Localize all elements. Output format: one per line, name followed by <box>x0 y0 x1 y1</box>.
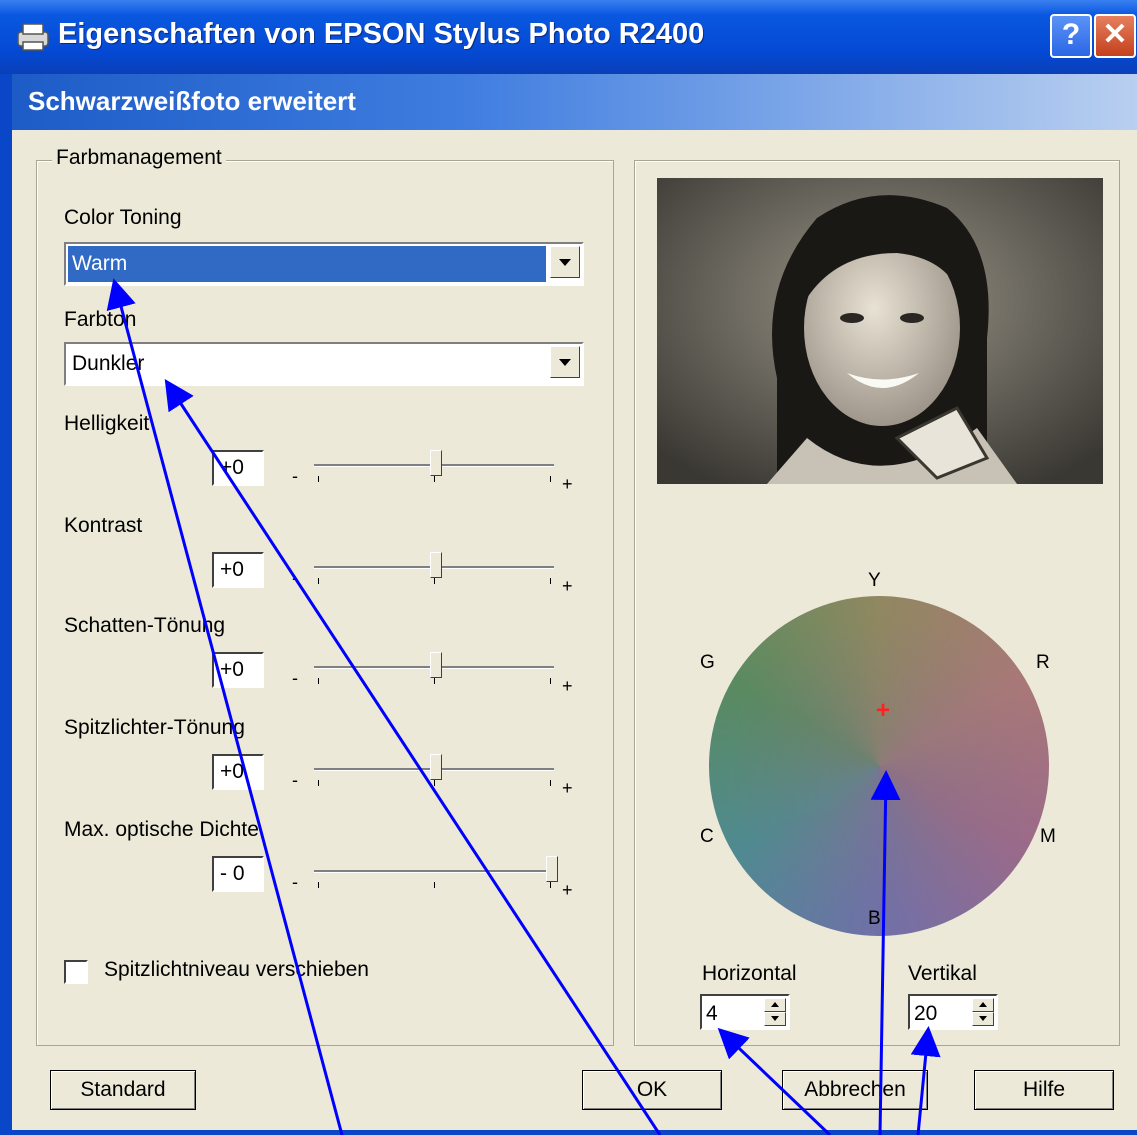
slider-value-field[interactable]: +0 <box>212 450 264 486</box>
vertical-spinner[interactable]: 20 <box>908 994 998 1030</box>
slider-label: Helligkeit <box>64 412 150 435</box>
photo-preview <box>657 178 1103 484</box>
plus-label: + <box>562 778 573 798</box>
hue-value: Dunkler <box>72 352 145 375</box>
shift-highlights-label: Spitzlichtniveau verschieben <box>104 958 369 981</box>
slider-value-field[interactable]: +0 <box>212 754 264 790</box>
printer-icon <box>17 23 49 51</box>
slider-thumb[interactable] <box>430 552 442 578</box>
group-label: Farbmanagement <box>52 146 226 170</box>
wheel-label-c: C <box>700 826 714 847</box>
window-border <box>0 74 12 1135</box>
spin-up-icon[interactable] <box>972 998 994 1012</box>
slider[interactable] <box>314 856 574 896</box>
slider-value-field[interactable]: +0 <box>212 652 264 688</box>
minus-label: - <box>292 872 298 892</box>
wheel-label-b: B <box>868 908 881 929</box>
minus-label: - <box>292 668 298 688</box>
minus-label: - <box>292 466 298 486</box>
wheel-marker[interactable]: + <box>876 697 890 725</box>
plus-label: + <box>562 474 573 494</box>
color-toning-value: Warm <box>72 252 128 275</box>
slider-label: Spitzlichter-Tönung <box>64 716 245 739</box>
wheel-label-y: Y <box>868 570 881 591</box>
slider-label: Kontrast <box>64 514 143 537</box>
vertical-label: Vertikal <box>908 962 977 985</box>
spin-up-icon[interactable] <box>764 998 786 1012</box>
standard-button[interactable]: Standard <box>50 1070 196 1110</box>
shift-highlights-checkbox[interactable] <box>64 960 88 984</box>
color-toning-label: Color Toning <box>64 206 182 229</box>
chevron-down-icon[interactable] <box>550 246 580 278</box>
help-button[interactable]: Hilfe <box>974 1070 1114 1110</box>
minus-label: - <box>292 568 298 588</box>
slider-thumb[interactable] <box>430 450 442 476</box>
help-caption-button[interactable]: ? <box>1050 14 1092 58</box>
chevron-down-icon[interactable] <box>550 346 580 378</box>
hue-label: Farbton <box>64 308 137 331</box>
page-title: Schwarzweißfoto erweitert <box>28 86 356 116</box>
ok-button[interactable]: OK <box>582 1070 722 1110</box>
slider[interactable] <box>314 450 574 490</box>
slider-label: Max. optische Dichte <box>64 818 259 841</box>
color-management-group <box>36 160 614 1046</box>
slider-thumb[interactable] <box>546 856 558 882</box>
vertical-value: 20 <box>914 1002 938 1025</box>
wheel-label-g: G <box>700 652 715 673</box>
slider-label: Schatten-Tönung <box>64 614 226 637</box>
color-toning-select[interactable]: Warm <box>64 242 584 286</box>
slider[interactable] <box>314 754 574 794</box>
spin-down-icon[interactable] <box>764 1012 786 1026</box>
horizontal-value: 4 <box>706 1002 718 1025</box>
slider-thumb[interactable] <box>430 754 442 780</box>
color-wheel[interactable] <box>709 596 1049 936</box>
close-button[interactable]: ✕ <box>1094 14 1136 58</box>
horizontal-label: Horizontal <box>702 962 797 985</box>
slider[interactable] <box>314 652 574 692</box>
spin-down-icon[interactable] <box>972 1012 994 1026</box>
plus-label: + <box>562 880 573 900</box>
hue-select[interactable]: Dunkler <box>64 342 584 386</box>
wheel-label-m: M <box>1040 826 1056 847</box>
window-border-bottom <box>0 1130 1137 1135</box>
slider-thumb[interactable] <box>430 652 442 678</box>
minus-label: - <box>292 770 298 790</box>
slider[interactable] <box>314 552 574 592</box>
plus-label: + <box>562 676 573 696</box>
cancel-button[interactable]: Abbrechen <box>782 1070 928 1110</box>
plus-label: + <box>562 576 573 596</box>
slider-value-field[interactable]: +0 <box>212 552 264 588</box>
slider-value-field[interactable]: - 0 <box>212 856 264 892</box>
horizontal-spinner[interactable]: 4 <box>700 994 790 1030</box>
window-title: Eigenschaften von EPSON Stylus Photo R24… <box>58 18 705 50</box>
wheel-label-r: R <box>1036 652 1050 673</box>
